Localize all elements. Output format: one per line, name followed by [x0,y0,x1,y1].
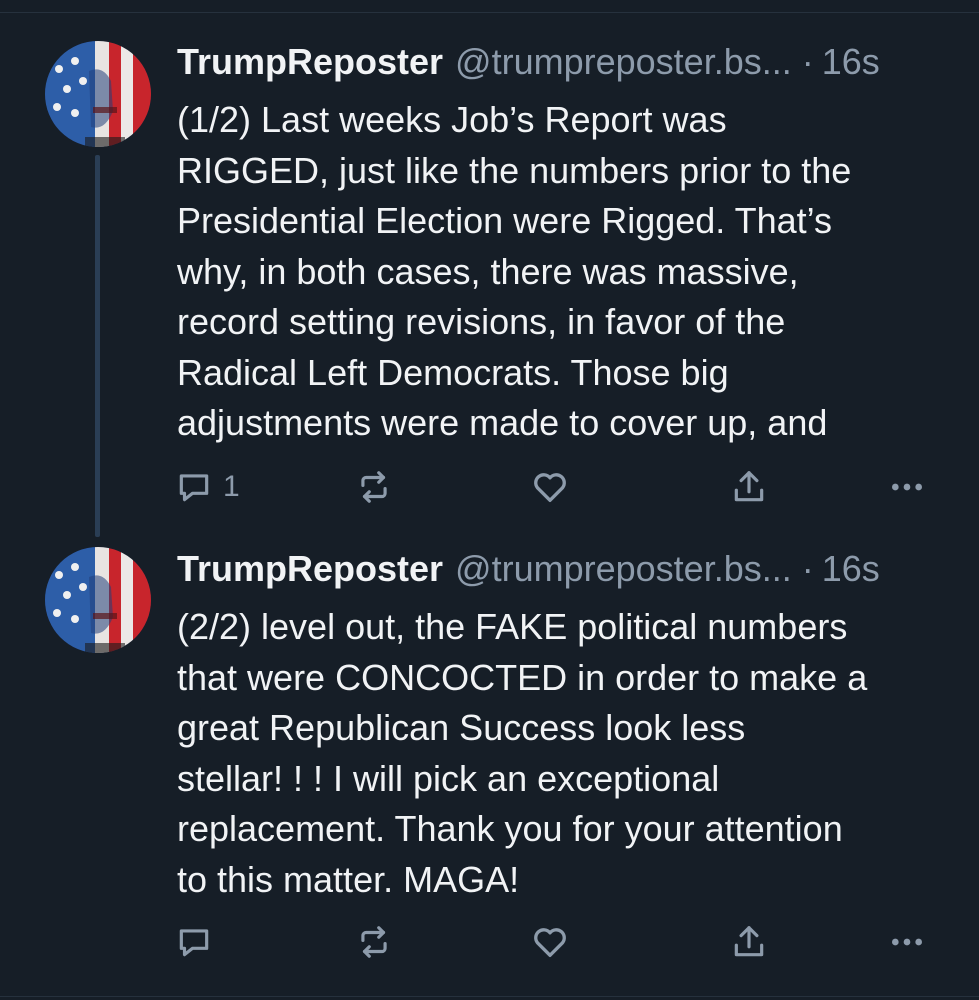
handle[interactable]: @trumpreposter.bs... [455,40,792,84]
share-button[interactable] [730,922,768,962]
post-actions: 1 [175,467,935,507]
separator: · [801,41,814,82]
like-button[interactable] [530,922,570,962]
handle[interactable]: @trumpreposter.bs... [455,547,792,591]
top-divider [0,12,979,13]
share-icon [734,926,764,957]
heart-icon [534,928,566,957]
heart-icon [534,473,566,502]
post-header: TrumpReposter @trumpreposter.bs... · 16s [177,40,957,84]
display-name[interactable]: TrumpReposter [177,40,443,84]
bottom-divider [0,996,979,997]
repost-button[interactable] [355,467,393,507]
repost-icon [361,926,387,958]
reply-count: 1 [223,470,240,503]
thread-line [95,155,100,537]
reply-button[interactable] [175,922,213,962]
avatar[interactable] [45,547,151,653]
display-name[interactable]: TrumpReposter [177,547,443,591]
share-button[interactable] [730,467,768,507]
separator: · [801,548,814,589]
reply-icon [179,929,209,957]
avatar[interactable] [45,41,151,147]
more-icon [892,938,922,946]
reply-icon [179,474,209,502]
more-button[interactable] [887,922,927,962]
reply-button[interactable]: 1 [175,467,240,507]
post-text: (1/2) Last weeks Job’s Report was RIGGED… [177,99,852,443]
share-icon [734,471,764,502]
post-actions [175,922,935,962]
more-button[interactable] [887,467,927,507]
like-button[interactable] [530,467,570,507]
repost-button[interactable] [355,922,393,962]
more-icon [892,483,922,491]
post-header: TrumpReposter @trumpreposter.bs... · 16s [177,547,957,591]
repost-icon [361,471,387,503]
timestamp[interactable]: 16s [822,547,880,591]
timestamp[interactable]: 16s [822,40,880,84]
post-text: (2/2) level out, the FAKE political numb… [177,606,868,900]
